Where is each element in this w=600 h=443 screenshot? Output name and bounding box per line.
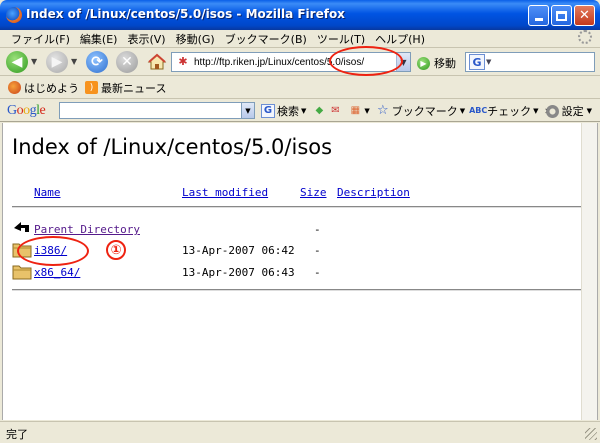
forward-history-dropdown-icon[interactable]: ▼ bbox=[71, 57, 77, 66]
menu-go[interactable]: 移動(G) bbox=[171, 31, 220, 47]
page-content[interactable]: Index of /Linux/centos/5.0/isos Name Las… bbox=[2, 123, 598, 420]
bookmark-label: はじめよう bbox=[24, 81, 79, 95]
google-toolbar: Google ▼ G 検索 ▼ ◆ ✉ ▦ ▼ ☆ ブックマーク ▼ ABC チ… bbox=[0, 100, 600, 122]
menu-bookmarks[interactable]: ブックマーク(B) bbox=[220, 31, 312, 47]
sort-by-name-link[interactable]: Name bbox=[34, 186, 61, 199]
back-button[interactable]: ◀ bbox=[6, 51, 28, 73]
menu-edit[interactable]: 編集(E) bbox=[75, 31, 123, 47]
popup-blocker-icon: ✉ bbox=[331, 105, 340, 116]
dropdown-icon: ▼ bbox=[459, 106, 466, 115]
sort-by-description-link[interactable]: Description bbox=[337, 186, 410, 199]
stop-button[interactable]: ✕ bbox=[116, 51, 138, 73]
go-arrow-icon: ▶ bbox=[417, 56, 430, 70]
row-modified: 13-Apr-2007 06:43 bbox=[182, 266, 295, 279]
bookmark-latest-news[interactable]: ) 最新ニュース bbox=[85, 80, 166, 96]
google-settings-button[interactable]: 設定 ▼ bbox=[545, 103, 592, 119]
pagerank-icon: ◆ bbox=[315, 105, 324, 116]
go-button[interactable]: ▶ 移動 bbox=[417, 55, 456, 71]
sort-by-size-link[interactable]: Size bbox=[300, 186, 327, 199]
minimize-button[interactable] bbox=[528, 5, 549, 26]
annotation-marker: ① bbox=[106, 240, 126, 260]
gear-icon bbox=[545, 104, 559, 118]
go-label: 移動 bbox=[434, 57, 456, 70]
menu-help[interactable]: ヘルプ(H) bbox=[370, 31, 430, 47]
back-history-dropdown-icon[interactable]: ▼ bbox=[31, 57, 37, 66]
dropdown-icon: ▼ bbox=[533, 106, 539, 115]
search-label: 検索 bbox=[277, 104, 299, 118]
sort-by-modified-link[interactable]: Last modified bbox=[182, 186, 268, 199]
dropdown-icon: ▼ bbox=[586, 107, 592, 115]
google-options-button[interactable]: ▦ ▼ bbox=[348, 104, 370, 118]
spellcheck-icon: ABC bbox=[469, 106, 488, 115]
row-size: - bbox=[314, 244, 321, 257]
dropdown-icon: ▼ bbox=[364, 106, 370, 115]
menu-file[interactable]: ファイル(F) bbox=[6, 31, 75, 47]
folder-link-x86_64[interactable]: x86_64/ bbox=[34, 266, 80, 279]
firefox-icon bbox=[8, 81, 21, 94]
vertical-scrollbar[interactable] bbox=[581, 123, 597, 420]
page-title: Index of /Linux/centos/5.0/isos bbox=[12, 135, 333, 159]
search-bar[interactable]: G ▼ bbox=[465, 52, 595, 72]
check-label: チェック bbox=[487, 104, 532, 118]
back-arrow-icon: ◀ bbox=[11, 54, 23, 70]
engine-dropdown-icon[interactable]: ▼ bbox=[486, 58, 491, 66]
minimize-icon bbox=[534, 18, 543, 21]
google-logo[interactable]: Google bbox=[7, 103, 57, 119]
navigation-toolbar: ◀ ▼ ▶ ▼ ⟳ ✕ ✱ http://ftp.riken.jp/Linux/… bbox=[0, 48, 600, 76]
google-search-dropdown-icon[interactable]: ▼ bbox=[242, 102, 255, 119]
rss-feed-icon: ) bbox=[85, 81, 98, 94]
parent-directory-link[interactable]: Parent Directory bbox=[34, 223, 140, 236]
title-bar: Index of /Linux/centos/5.0/isos - Mozill… bbox=[0, 0, 600, 30]
forward-arrow-icon: ▶ bbox=[51, 54, 63, 70]
spellcheck-button[interactable]: ABC チェック ▼ bbox=[469, 103, 539, 119]
bookmarks-toolbar: はじめよう ) 最新ニュース bbox=[0, 77, 600, 99]
bookmark-getting-started[interactable]: はじめよう bbox=[8, 80, 79, 96]
star-icon: ☆ bbox=[376, 103, 389, 118]
throbber-icon bbox=[578, 30, 592, 44]
google-search-button[interactable]: G 検索 ▼ bbox=[261, 103, 306, 119]
reload-button[interactable]: ⟳ bbox=[86, 51, 108, 73]
home-button[interactable] bbox=[146, 51, 168, 73]
google-search-input[interactable] bbox=[59, 102, 242, 119]
site-favicon-icon: ✱ bbox=[178, 55, 188, 68]
google-g-icon: G bbox=[261, 103, 275, 118]
status-bar: 完了 bbox=[0, 421, 600, 443]
menu-view[interactable]: 表示(V) bbox=[122, 31, 170, 47]
row-size: - bbox=[314, 223, 321, 236]
close-button[interactable]: ✕ bbox=[574, 5, 595, 26]
firefox-logo-icon bbox=[6, 7, 22, 23]
google-bookmarks-button[interactable]: ☆ ブックマーク ▼ bbox=[376, 103, 465, 119]
bookmark-label: 最新ニュース bbox=[101, 81, 167, 95]
folder-icon bbox=[12, 265, 32, 280]
reload-icon: ⟳ bbox=[91, 54, 103, 70]
annotation-ellipse bbox=[17, 236, 89, 266]
menu-bar: ファイル(F) 編集(E) 表示(V) 移動(G) ブックマーク(B) ツール(… bbox=[0, 30, 600, 48]
url-annotation-ellipse bbox=[329, 46, 403, 76]
resize-grip-icon[interactable] bbox=[585, 428, 597, 440]
row-size: - bbox=[314, 266, 321, 279]
google-tool-buttons[interactable]: ◆ ✉ bbox=[312, 104, 342, 118]
footer-divider bbox=[12, 289, 590, 291]
windows-flag-icon: ▦ bbox=[350, 105, 361, 116]
maximize-icon bbox=[556, 10, 567, 21]
status-text: 完了 bbox=[6, 428, 28, 441]
bookmarks-label: ブックマーク bbox=[391, 104, 458, 118]
maximize-button[interactable] bbox=[551, 5, 572, 26]
google-engine-icon[interactable]: G bbox=[469, 54, 485, 70]
row-modified: 13-Apr-2007 06:42 bbox=[182, 244, 295, 257]
close-icon: ✕ bbox=[579, 8, 590, 23]
forward-button[interactable]: ▶ bbox=[46, 51, 68, 73]
stop-icon: ✕ bbox=[121, 54, 133, 70]
settings-label: 設定 bbox=[561, 105, 584, 118]
home-icon bbox=[147, 53, 167, 70]
back-arrow-icon bbox=[14, 222, 29, 232]
dropdown-icon: ▼ bbox=[301, 106, 307, 115]
menu-tools[interactable]: ツール(T) bbox=[312, 31, 370, 47]
window-title: Index of /Linux/centos/5.0/isos - Mozill… bbox=[26, 7, 345, 21]
header-divider bbox=[12, 206, 590, 208]
